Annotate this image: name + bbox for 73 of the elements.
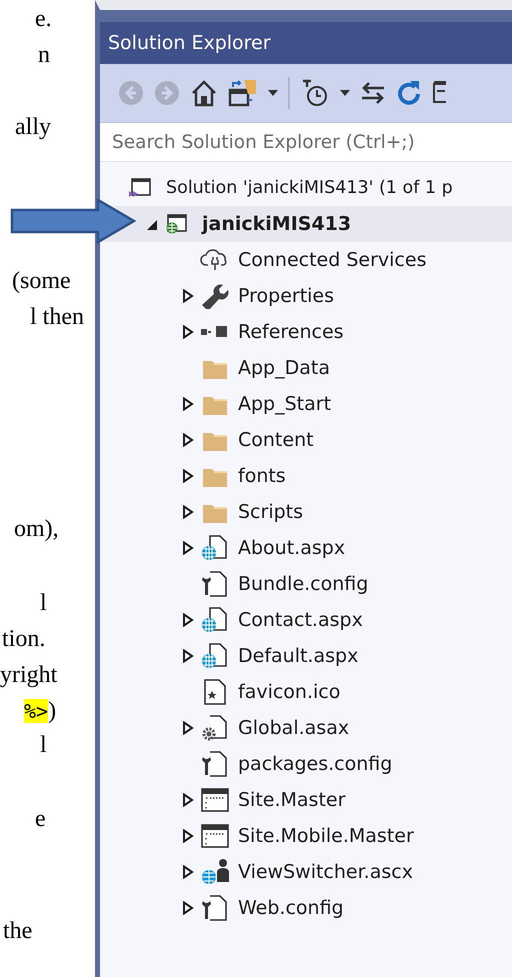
master-page-icon: [200, 787, 230, 813]
tree-item[interactable]: Solution 'janickiMIS413' (1 of 1 p: [100, 170, 512, 206]
collapsed-arrow-icon[interactable]: [182, 721, 194, 735]
collapsed-arrow-icon[interactable]: [182, 613, 194, 627]
refresh-icon[interactable]: [396, 79, 422, 107]
web-file-icon: [200, 642, 230, 670]
document-text: om),: [14, 515, 59, 544]
sync-arrows-icon[interactable]: [360, 80, 386, 106]
collapsed-arrow-icon[interactable]: [182, 397, 194, 411]
collapsed-arrow-icon[interactable]: [182, 649, 194, 663]
caret-icon[interactable]: [340, 90, 350, 96]
tree-item[interactable]: Connected Services: [100, 242, 512, 278]
collapsed-arrow-icon[interactable]: [182, 541, 194, 555]
collapse-all-icon[interactable]: [432, 80, 446, 106]
tree-item[interactable]: Contact.aspx: [100, 602, 512, 638]
tree-item[interactable]: Scripts: [100, 494, 512, 530]
pending-changes-icon[interactable]: [300, 78, 330, 108]
document-text: e.: [35, 5, 52, 34]
highlighted-code-text: %>: [24, 699, 48, 723]
gear-file-icon: [200, 714, 230, 742]
tree-item[interactable]: Site.Master: [100, 782, 512, 818]
document-text: ): [48, 698, 56, 724]
tree-item[interactable]: Default.aspx: [100, 638, 512, 674]
solution-icon: [128, 177, 152, 199]
collapsed-arrow-icon[interactable]: [182, 289, 194, 303]
document-text: n: [38, 41, 50, 70]
tree-item[interactable]: Bundle.config: [100, 566, 512, 602]
tree-item[interactable]: ViewSwitcher.ascx: [100, 854, 512, 890]
document-text: (some: [12, 267, 71, 296]
tree-item[interactable]: Global.asax: [100, 710, 512, 746]
tree-item[interactable]: Content: [100, 422, 512, 458]
document-text: ally: [15, 113, 51, 142]
document-text: l then: [30, 303, 84, 332]
collapsed-arrow-icon[interactable]: [182, 829, 194, 843]
references-icon: [200, 325, 230, 339]
web-project-icon: [164, 213, 188, 235]
web-file-icon: [200, 606, 230, 634]
tree-item[interactable]: favicon.ico: [100, 674, 512, 710]
tree-item[interactable]: packages.config: [100, 746, 512, 782]
tree-item[interactable]: janickiMIS413: [100, 206, 512, 242]
collapsed-arrow-icon[interactable]: [182, 865, 194, 879]
tree-item[interactable]: References: [100, 314, 512, 350]
tree-item[interactable]: Properties: [100, 278, 512, 314]
collapsed-arrow-icon[interactable]: [182, 469, 194, 483]
master-page-icon: [200, 823, 230, 849]
config-file-icon: [200, 570, 230, 598]
document-text: the: [3, 917, 32, 946]
home-icon[interactable]: [190, 79, 218, 107]
tree-item[interactable]: About.aspx: [100, 530, 512, 566]
document-text: tion.: [2, 625, 46, 654]
tree-item[interactable]: Site.Mobile.Master: [100, 818, 512, 854]
tree-item[interactable]: fonts: [100, 458, 512, 494]
web-file-icon: [200, 534, 230, 562]
caret-icon[interactable]: [268, 90, 278, 96]
collapsed-arrow-icon[interactable]: [182, 793, 194, 807]
sync-folder-icon[interactable]: [228, 78, 258, 108]
document-text: l: [40, 589, 47, 618]
document-text: yright: [0, 661, 58, 690]
document-text: l: [40, 731, 47, 760]
document-text: e: [35, 805, 46, 834]
panel-title: Solution Explorer: [100, 22, 512, 64]
tree-item[interactable]: App_Data: [100, 350, 512, 386]
config-file-icon: [200, 894, 230, 922]
collapsed-arrow-icon[interactable]: [182, 325, 194, 339]
wrench-icon: [200, 283, 230, 309]
tree-item[interactable]: Web.config: [100, 890, 512, 926]
tree-item[interactable]: App_Start: [100, 386, 512, 422]
search-field[interactable]: Search Solution Explorer (Ctrl+;): [100, 122, 512, 162]
collapsed-arrow-icon[interactable]: [182, 901, 194, 915]
collapsed-arrow-icon[interactable]: [182, 505, 194, 519]
config-file-icon: [200, 750, 230, 778]
user-control-icon: [200, 858, 230, 886]
collapsed-arrow-icon[interactable]: [182, 433, 194, 447]
